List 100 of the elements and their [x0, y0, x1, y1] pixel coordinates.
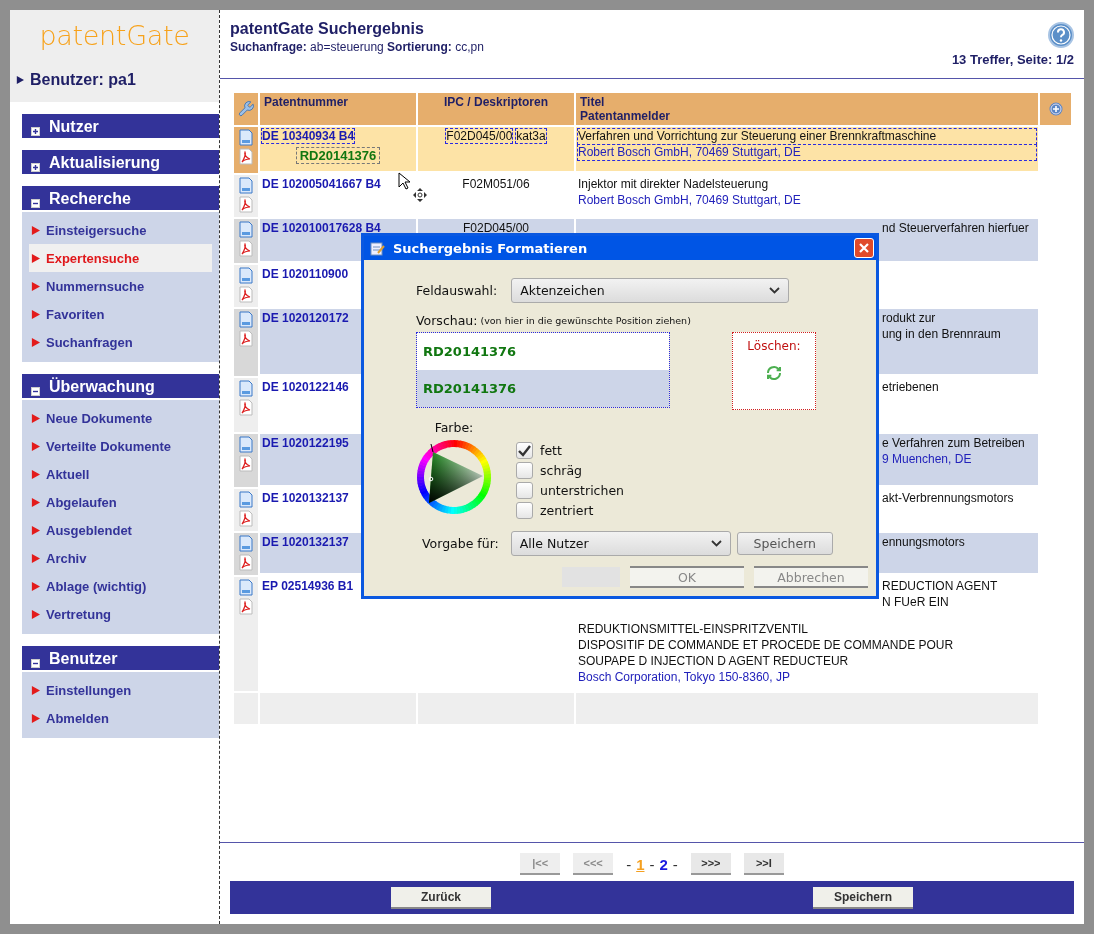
patent-number-link[interactable]: DE 1020122195	[262, 436, 349, 450]
menu-item[interactable]: Archiv	[29, 544, 212, 572]
minus-icon[interactable]	[31, 199, 40, 208]
menu-item[interactable]: Neue Dokumente	[29, 404, 212, 432]
document-icon[interactable]	[239, 267, 253, 284]
menu-item[interactable]: Abmelden	[29, 704, 212, 732]
column-header[interactable]: Titel Patentanmelder	[576, 93, 1038, 125]
hits-count: 13 Treffer, Seite: 1/2	[951, 52, 1074, 67]
style-checkbox[interactable]: zentriert	[516, 502, 624, 519]
plus-icon[interactable]	[31, 163, 40, 172]
menu-item[interactable]: Aktuell	[29, 460, 212, 488]
field-select[interactable]: Aktenzeichen	[511, 278, 790, 303]
footer-button[interactable]: Zurück	[391, 886, 491, 909]
title-text: akt-Verbrennungsmotors	[882, 491, 1014, 506]
menu-item[interactable]: Einsteigersuche	[29, 216, 212, 244]
menu-item[interactable]: Ausgeblendet	[29, 516, 212, 544]
pdf-icon[interactable]	[239, 196, 253, 213]
preview-label: Vorschau:	[416, 313, 478, 328]
patent-number-link[interactable]: DE 1020132137	[262, 491, 349, 505]
help-icon[interactable]	[1048, 22, 1074, 48]
pdf-icon[interactable]	[239, 399, 253, 416]
menu-item[interactable]: Ablage (wichtig)	[29, 572, 212, 600]
section-header[interactable]: Überwachung	[22, 374, 219, 398]
ipc-code: kat3a	[516, 129, 546, 143]
minus-icon[interactable]	[31, 659, 40, 668]
document-icon[interactable]	[239, 535, 253, 552]
save-button[interactable]: Speichern	[736, 532, 833, 555]
menu-item[interactable]: Vertretung	[29, 600, 212, 628]
menu-item[interactable]: Expertensuche	[29, 244, 212, 272]
document-icon[interactable]	[239, 579, 253, 596]
section-header[interactable]: Aktualisierung	[22, 150, 219, 174]
plus-icon[interactable]	[31, 127, 40, 136]
file-reference: RD20141376	[296, 148, 380, 163]
menu-item[interactable]: Favoriten	[29, 300, 212, 328]
pdf-icon[interactable]	[239, 598, 253, 615]
notepad-icon	[370, 240, 385, 256]
title-text: N FUeR EIN	[882, 595, 949, 610]
page-nav-button[interactable]: >>>	[690, 853, 731, 875]
delete-drop-zone[interactable]: Löschen:	[732, 332, 816, 410]
page-link[interactable]: 2	[659, 855, 668, 873]
patent-number-link[interactable]: DE 1020122146	[262, 380, 349, 394]
color-wheel[interactable]	[416, 439, 492, 515]
patent-number-link[interactable]: DE 102005041667 B4	[262, 177, 381, 191]
pdf-icon[interactable]	[239, 286, 253, 303]
pdf-icon[interactable]	[239, 554, 253, 571]
bullet-icon	[31, 685, 40, 695]
document-icon[interactable]	[239, 311, 253, 328]
pdf-icon[interactable]	[239, 330, 253, 347]
section-header[interactable]: Recherche	[22, 186, 219, 210]
patent-number-link[interactable]: DE 10340934 B4	[262, 129, 355, 143]
pdf-icon[interactable]	[239, 148, 253, 165]
menu-item[interactable]: Verteilte Dokumente	[29, 432, 212, 460]
ipc-code: F02D045/00	[462, 221, 529, 235]
preset-select[interactable]: Alle Nutzer	[510, 531, 731, 556]
menu-item[interactable]: Abgelaufen	[29, 488, 212, 516]
section-header[interactable]: Benutzer	[22, 646, 219, 670]
preview-text[interactable]: RD20141376	[417, 370, 669, 407]
ipc-code: F02M051/06	[462, 177, 530, 191]
pdf-icon[interactable]	[239, 240, 253, 257]
title-text: rodukt zur	[882, 311, 936, 326]
title-text: etriebenen	[882, 380, 939, 395]
patent-number-link[interactable]: DE 1020110900	[262, 267, 349, 281]
section-header[interactable]: Nutzer	[22, 114, 219, 138]
patent-number-link[interactable]: DE 1020132137	[262, 535, 349, 549]
logo: patentGate	[39, 20, 190, 51]
pdf-icon[interactable]	[239, 455, 253, 472]
menu-item[interactable]: Nummernsuche	[29, 272, 212, 300]
title-text: REDUKTIONSMITTEL-EINSPRITZVENTIL	[578, 622, 809, 637]
query-line: Suchanfrage: ab=steuerung Sortierung: cc,pn	[230, 40, 484, 54]
minus-icon[interactable]	[31, 387, 40, 396]
style-checkbox[interactable]: unterstrichen	[516, 482, 624, 499]
bullet-icon	[31, 581, 40, 591]
document-icon[interactable]	[239, 177, 253, 194]
bullet-icon	[31, 713, 40, 723]
bullet-icon	[31, 337, 40, 347]
footer-button[interactable]: Speichern	[813, 886, 913, 909]
column-header[interactable]: IPC / Deskriptoren	[418, 93, 574, 125]
chevron-down-icon	[710, 540, 722, 547]
title-text: ennungsmotors	[882, 535, 965, 550]
patent-number-link[interactable]: DE 102010017628 B4	[262, 221, 381, 235]
document-icon[interactable]	[239, 491, 253, 508]
column-header[interactable]: Patentnummer	[260, 93, 416, 125]
bullet-icon	[31, 609, 40, 619]
document-icon[interactable]	[239, 436, 253, 453]
preview-text[interactable]: RD20141376	[417, 333, 669, 370]
document-icon[interactable]	[239, 129, 253, 146]
style-checkbox[interactable]: schräg	[516, 462, 624, 479]
menu-item[interactable]: Suchanfragen	[29, 328, 212, 356]
bullet-icon	[31, 553, 40, 563]
menu-item[interactable]: Einstellungen	[29, 676, 212, 704]
patent-number-link[interactable]: EP 02514936 B1	[262, 579, 354, 593]
patent-number-link[interactable]: DE 1020120172	[262, 311, 349, 325]
document-icon[interactable]	[239, 221, 253, 238]
page-title: patentGate Suchergebnis	[230, 20, 425, 38]
page-nav-button[interactable]: >>I	[743, 853, 784, 875]
style-checkbox[interactable]: fett	[516, 442, 624, 459]
document-icon[interactable]	[239, 380, 253, 397]
add-column-icon[interactable]	[1048, 102, 1063, 116]
dialog-title: Suchergebnis Formatieren	[393, 240, 589, 256]
pdf-icon[interactable]	[239, 510, 253, 527]
